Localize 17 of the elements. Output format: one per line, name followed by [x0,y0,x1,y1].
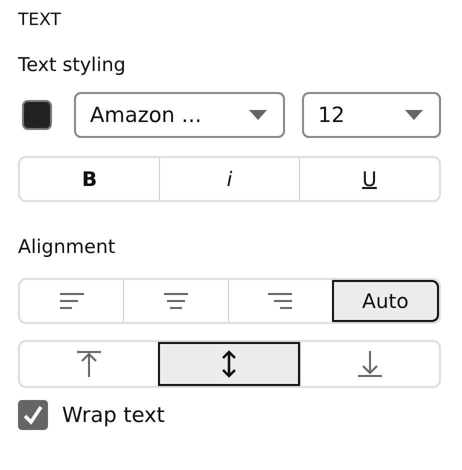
align-left-icon [60,292,84,310]
underline-button[interactable]: U [299,158,439,200]
wrap-text-label: Wrap text [62,403,165,427]
valign-bottom-button[interactable] [300,342,439,386]
color-swatch[interactable] [22,100,52,130]
align-center-icon [164,292,188,310]
font-dropdown[interactable]: Amazon ... [74,92,285,138]
valign-middle-button[interactable] [158,342,300,386]
checkbox[interactable] [18,400,48,430]
section-title: TEXT [18,9,62,32]
caret-icon [405,110,423,120]
alignment-label: Alignment [18,235,116,260]
auto-button[interactable]: Auto [332,280,439,322]
size-dropdown[interactable]: 12 [302,92,441,138]
align-right-icon [268,292,292,310]
caret-icon [249,110,267,120]
text-styling-label: Text styling [18,53,127,78]
